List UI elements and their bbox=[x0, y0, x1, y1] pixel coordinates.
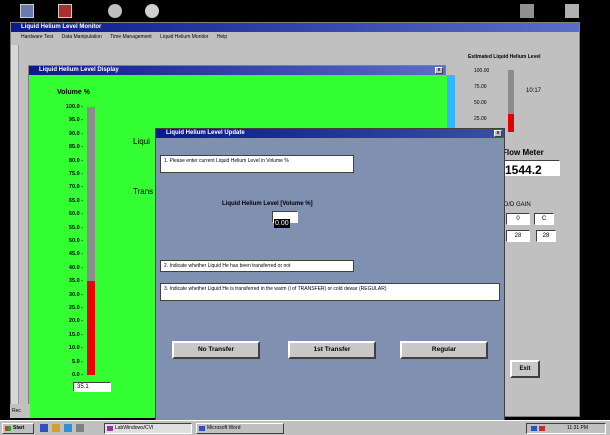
windows-logo-icon bbox=[5, 426, 11, 431]
volume-ticks: 100.0 - 95.0 - 90.0 - 85.0 - 80.0 - 75.0 - 70.… bbox=[29, 103, 83, 383]
dialog-title: Liquid Helium Level Update bbox=[166, 130, 245, 136]
scale-tick: 100.00 bbox=[474, 68, 490, 74]
scale-tick: 25.00 bbox=[474, 116, 487, 122]
flow-meter-value: 1544.2 bbox=[505, 163, 542, 177]
estimated-level-bar bbox=[508, 70, 514, 132]
desktop-icon[interactable] bbox=[520, 4, 534, 18]
left-gutter bbox=[11, 45, 19, 415]
volume-tick-label: 0.0 - bbox=[71, 372, 83, 378]
volume-tick-label: 50.0 - bbox=[68, 238, 83, 244]
gain-value-2[interactable]: C bbox=[534, 213, 554, 225]
volume-axis-label: Volume % bbox=[57, 89, 90, 96]
regular-button[interactable]: Regular bbox=[400, 341, 488, 359]
volume-tick-label: 75.0 - bbox=[68, 171, 83, 177]
dialog-titlebar: Liquid Helium Level Update x bbox=[156, 129, 504, 138]
menu-item-liquid-helium-monitor[interactable]: Liquid Helium Monitor bbox=[160, 34, 208, 40]
quick-launch-icon[interactable] bbox=[52, 424, 60, 432]
volume-tick-label: 55.0 - bbox=[68, 224, 83, 231]
instruction-3: 3. Indicate whether Liquid He is transfe… bbox=[160, 283, 500, 301]
task-word[interactable]: Microsoft Word bbox=[196, 423, 284, 434]
volume-tick-label: 45.0 - bbox=[68, 251, 83, 258]
first-transfer-button[interactable]: 1st Transfer bbox=[288, 341, 376, 359]
main-window-titlebar: Liquid Helium Level Monitor bbox=[11, 23, 579, 32]
gain-value-3[interactable]: 28 bbox=[506, 230, 530, 242]
menu-item-data-manipulation[interactable]: Data Manipulation bbox=[62, 34, 102, 40]
task-label: Microsoft Word bbox=[207, 425, 241, 431]
volume-tick-label: 70.0 - bbox=[68, 184, 83, 191]
task-label: LabWindows/CVI bbox=[115, 425, 154, 431]
volume-tick-label: 35.0 - bbox=[68, 278, 83, 285]
no-transfer-button[interactable]: No Transfer bbox=[172, 341, 260, 359]
volume-tick-label: 5.0 - bbox=[71, 358, 83, 365]
partial-label-transfer: Trans bbox=[133, 187, 154, 196]
gauge-window-title: Liquid Helium Level Display bbox=[39, 67, 119, 73]
flow-meter-display: 1544.2 bbox=[502, 160, 560, 177]
volume-tick-label: 10.0 - bbox=[68, 345, 83, 352]
menu-item-time-management[interactable]: Time Management bbox=[110, 34, 152, 40]
menu-item-hardware-test[interactable]: Hardware Test bbox=[21, 34, 53, 40]
gain-value-1[interactable]: 0 bbox=[506, 213, 530, 225]
estimated-level-title: Estimated Liquid Helium Level bbox=[468, 54, 541, 60]
volume-tick-label: 95.0 - bbox=[68, 117, 83, 124]
desktop-icon[interactable] bbox=[20, 4, 34, 18]
instruction-1: 1. Please enter current Liquid Helium Le… bbox=[160, 155, 354, 173]
level-update-dialog: Liquid Helium Level Update x 1. Please e… bbox=[155, 128, 505, 423]
volume-tick-label: 100.0 - bbox=[65, 104, 83, 110]
quick-launch-icon[interactable] bbox=[64, 424, 72, 432]
volume-readout: 35.1 bbox=[73, 382, 111, 392]
word-icon bbox=[199, 426, 205, 431]
desktop-icon[interactable] bbox=[565, 4, 579, 18]
level-input-value: 0.00 bbox=[274, 219, 290, 228]
tray-icon[interactable] bbox=[539, 426, 545, 431]
scale-tick: 50.00 bbox=[474, 100, 487, 106]
task-labwindows[interactable]: LabWindows/CVI bbox=[104, 423, 192, 434]
volume-tick-label: 90.0 - bbox=[68, 130, 83, 137]
volume-tick-label: 20.0 - bbox=[68, 318, 83, 325]
status-text: Rec bbox=[12, 408, 21, 414]
close-icon[interactable]: x bbox=[494, 130, 502, 137]
gauge-window-titlebar: Liquid Helium Level Display x bbox=[29, 66, 445, 75]
clock: 11:31 PM bbox=[567, 425, 589, 431]
taskbar: Start LabWindows/CVI Microsoft Word 11:3… bbox=[0, 420, 610, 435]
flow-meter-label: Flow Meter bbox=[502, 148, 544, 157]
volume-tick-label: 40.0 - bbox=[68, 264, 83, 271]
start-button[interactable]: Start bbox=[2, 423, 34, 434]
instruction-2: 2. Indicate whether Liquid He has been t… bbox=[160, 260, 354, 272]
quick-launch bbox=[38, 424, 94, 433]
volume-readout-value: 35.1 bbox=[77, 384, 89, 390]
gain-label: D/D GAIN bbox=[504, 202, 531, 208]
status-bar: Rec bbox=[10, 404, 30, 418]
desktop-icon[interactable] bbox=[145, 4, 159, 18]
quick-launch-icon[interactable] bbox=[76, 424, 84, 432]
scale-tick: 75.00 bbox=[474, 84, 487, 90]
gain-value-4[interactable]: 28 bbox=[536, 230, 556, 242]
close-icon[interactable]: x bbox=[435, 67, 443, 74]
volume-tick-label: 30.0 - bbox=[68, 291, 83, 298]
volume-fill bbox=[87, 280, 95, 375]
volume-tick-label: 85.0 - bbox=[68, 144, 83, 151]
volume-tick-label: 15.0 - bbox=[68, 331, 83, 338]
volume-tick-label: 60.0 - bbox=[68, 211, 83, 218]
volume-tick-label: 65.0 - bbox=[68, 197, 83, 204]
level-field-label: Liquid Helium Level [Volume %] bbox=[222, 201, 313, 207]
level-input[interactable]: 0.00 bbox=[272, 211, 298, 228]
estimated-level-fill bbox=[508, 114, 514, 132]
volume-tick-label: 25.0 - bbox=[68, 305, 83, 311]
quick-launch-icon[interactable] bbox=[40, 424, 48, 432]
start-label: Start bbox=[13, 425, 25, 431]
system-tray: 11:31 PM bbox=[526, 423, 606, 434]
exit-button[interactable]: Exit bbox=[510, 360, 540, 378]
desktop-icon[interactable] bbox=[58, 4, 72, 18]
tray-icon[interactable] bbox=[531, 426, 537, 431]
main-window-title: Liquid Helium Level Monitor bbox=[21, 24, 102, 30]
menu-item-help[interactable]: Help bbox=[217, 34, 227, 40]
menu-bar: Hardware Test Data Manipulation Time Man… bbox=[11, 32, 579, 42]
partial-label-liquid: Liqui bbox=[133, 137, 150, 146]
volume-bar bbox=[87, 107, 95, 375]
volume-tick-label: 80.0 - bbox=[68, 157, 83, 164]
app-icon bbox=[107, 426, 113, 431]
desktop-top bbox=[0, 0, 610, 22]
time-display: 10:17 bbox=[526, 88, 542, 94]
desktop-icon[interactable] bbox=[108, 4, 122, 18]
